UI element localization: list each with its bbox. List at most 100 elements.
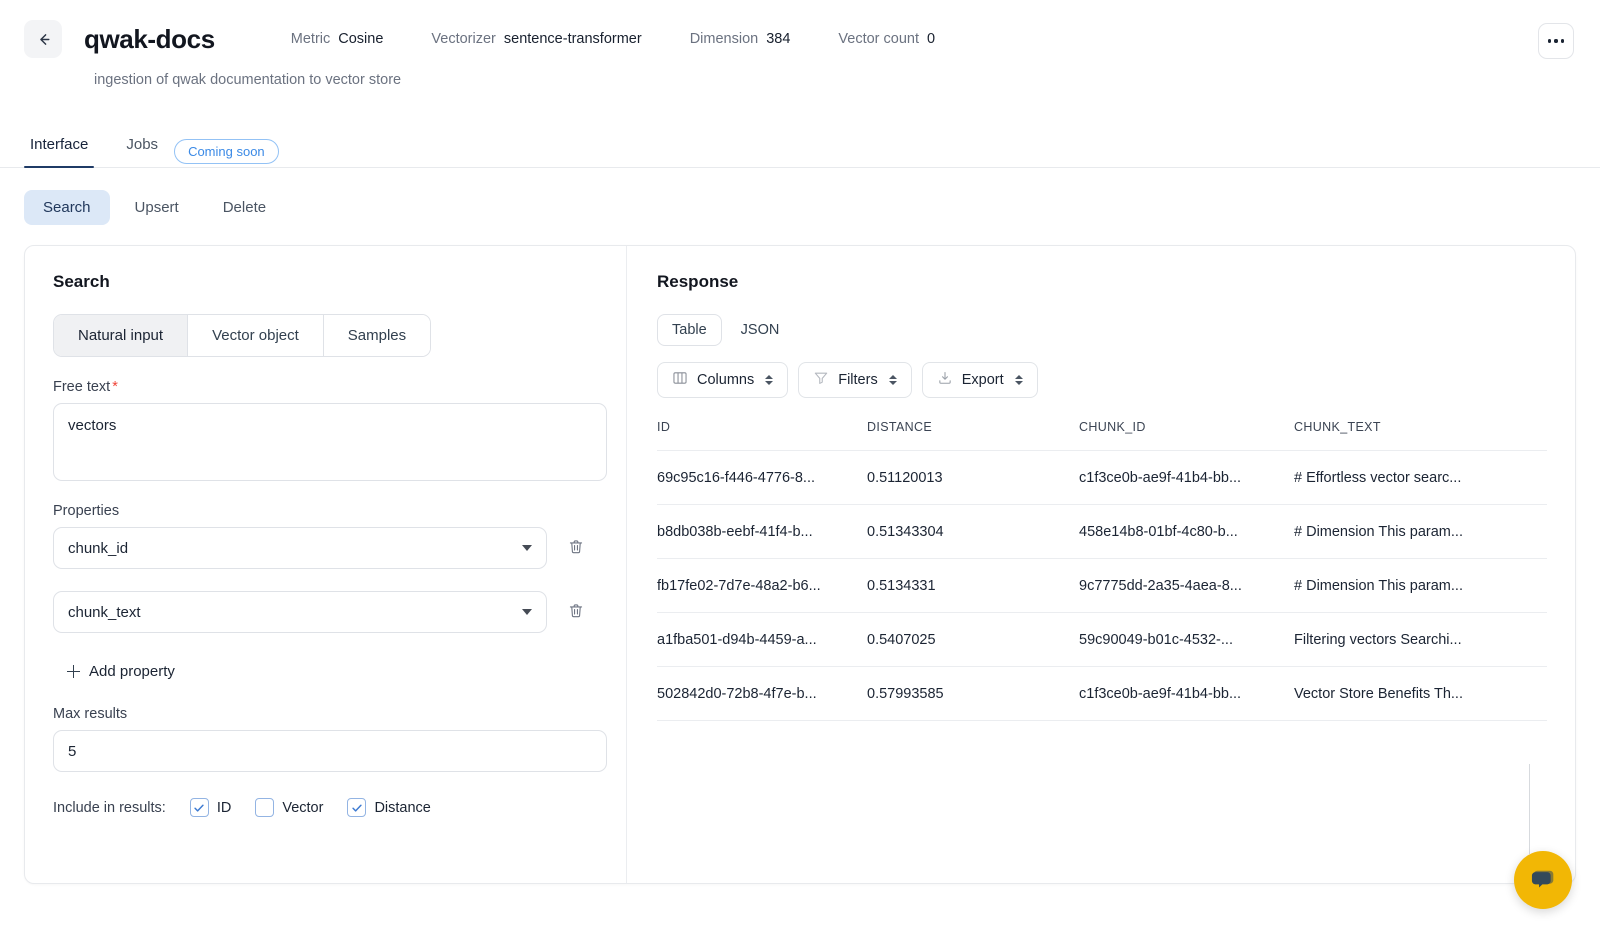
meta-vectorizer: Vectorizer sentence-transformer [431, 31, 641, 47]
column-header-chunk-id[interactable]: CHUNK_ID [1079, 420, 1294, 451]
chevron-down-icon [522, 545, 532, 551]
table-row[interactable]: 502842d0-72b8-4f7e-b... 0.57993585 c1f3c… [657, 666, 1547, 721]
columns-button[interactable]: Columns [657, 362, 789, 398]
content-card: Search Natural input Vector object Sampl… [24, 245, 1576, 884]
chevron-down-icon [522, 609, 532, 615]
table-toolbar: Columns Filters Export [657, 362, 1547, 398]
cell-chunk-text: # Dimension This param... [1294, 558, 1547, 613]
response-panel: Response Table JSON Columns Filters Expo… [627, 246, 1575, 883]
tab-jobs-group: Jobs Coming soon [120, 136, 279, 167]
column-header-id[interactable]: ID [657, 420, 867, 451]
meta-metric-value: Cosine [338, 31, 384, 47]
property-row: chunk_id [53, 527, 598, 569]
property-row: chunk_text [53, 591, 598, 633]
back-button[interactable] [24, 20, 62, 58]
cell-chunk-id: 9c7775dd-2a35-4aea-8... [1079, 558, 1294, 613]
checkbox-label: Vector [282, 799, 324, 816]
table-row[interactable]: 69c95c16-f446-4776-8... 0.51120013 c1f3c… [657, 450, 1547, 505]
property-select-value: chunk_text [68, 603, 141, 621]
search-panel-title: Search [53, 272, 110, 291]
cell-distance: 0.57993585 [867, 666, 1079, 721]
checkbox-label: ID [216, 799, 232, 816]
meta-metric: Metric Cosine [291, 31, 384, 47]
table-row[interactable]: b8db038b-eebf-41f4-b... 0.51343304 458e1… [657, 504, 1547, 559]
checkbox-vector[interactable]: Vector [255, 798, 323, 817]
chat-widget-stem [1528, 764, 1530, 854]
response-view-toggle: Table JSON [657, 314, 1547, 346]
checkbox-distance[interactable]: Distance [347, 798, 431, 817]
segment-natural-input[interactable]: Natural input [54, 315, 189, 356]
meta-dimension-key: Dimension [689, 31, 759, 47]
delete-property-button[interactable] [563, 534, 589, 563]
cell-distance: 0.51120013 [867, 450, 1079, 505]
meta-vectorizer-value: sentence-transformer [503, 31, 642, 47]
property-select-chunk-text[interactable]: chunk_text [53, 591, 547, 633]
download-icon [937, 370, 953, 390]
cell-chunk-text: Filtering vectors Searchi... [1294, 612, 1547, 667]
cell-chunk-text: # Effortless vector searc... [1294, 450, 1547, 505]
segment-vector-object[interactable]: Vector object [188, 315, 324, 356]
cell-chunk-id: 59c90049-b01c-4532-... [1079, 612, 1294, 667]
response-panel-title: Response [657, 272, 739, 291]
checkbox-id[interactable]: ID [189, 798, 232, 817]
meta-dimension: Dimension 384 [690, 31, 791, 47]
view-json-button[interactable]: JSON [725, 314, 795, 346]
view-table-button[interactable]: Table [657, 314, 722, 346]
property-select-chunk-id[interactable]: chunk_id [53, 527, 547, 569]
properties-label: Properties [53, 503, 120, 519]
max-results-input[interactable] [53, 730, 607, 772]
filters-button[interactable]: Filters [798, 362, 912, 398]
cell-chunk-text: # Dimension This param... [1294, 504, 1547, 559]
checkbox-label: Distance [374, 799, 431, 816]
tab-interface[interactable]: Interface [24, 136, 95, 168]
check-icon [194, 804, 205, 812]
free-text-label: Free text * [53, 379, 598, 395]
segment-samples[interactable]: Samples [323, 315, 431, 356]
cell-chunk-id: 458e14b8-01bf-4c80-b... [1079, 504, 1294, 559]
cell-chunk-id: c1f3ce0b-ae9f-41b4-bb... [1079, 450, 1294, 505]
chat-widget-button[interactable] [1514, 851, 1572, 909]
tab-jobs[interactable]: Jobs [120, 136, 164, 167]
column-header-distance[interactable]: DISTANCE [867, 420, 1079, 451]
arrow-left-icon [35, 31, 52, 48]
export-button[interactable]: Export [921, 362, 1038, 398]
checkbox-box [255, 798, 275, 817]
table-row[interactable]: fb17fe02-7d7e-48a2-b6... 0.5134331 9c777… [657, 558, 1547, 613]
operation-pills: Search Upsert Delete [0, 190, 1600, 225]
pill-delete[interactable]: Delete [204, 190, 285, 225]
pill-search[interactable]: Search [24, 190, 110, 225]
meta-vectorizer-key: Vectorizer [431, 31, 496, 47]
free-text-input[interactable] [53, 403, 607, 481]
results-table-body: 69c95c16-f446-4776-8... 0.51120013 c1f3c… [657, 450, 1547, 721]
filter-icon [813, 370, 829, 390]
sort-chevrons-icon [888, 375, 897, 385]
delete-property-button[interactable] [563, 598, 589, 627]
meta-vector-count-value: 0 [927, 31, 936, 47]
chat-bubble-icon [1528, 864, 1558, 897]
search-panel: Search Natural input Vector object Sampl… [25, 246, 627, 883]
include-in-results-row: Include in results: ID Vector Distance [53, 798, 598, 817]
add-property-label: Add property [89, 663, 175, 680]
pill-upsert[interactable]: Upsert [116, 190, 198, 225]
trash-icon [567, 602, 585, 623]
cell-chunk-text: Vector Store Benefits Th... [1294, 666, 1547, 721]
checkbox-box [347, 798, 367, 817]
add-property-button[interactable]: Add property [53, 653, 177, 684]
more-options-icon [1547, 39, 1565, 43]
free-text-label-text: Free text [53, 379, 111, 395]
table-row[interactable]: a1fba501-d94b-4459-a... 0.5407025 59c900… [657, 612, 1547, 667]
header-top-row: qwak-docs Metric Cosine Vectorizer sente… [24, 16, 1576, 62]
cell-id: fb17fe02-7d7e-48a2-b6... [657, 558, 867, 613]
page-title: qwak-docs [84, 23, 215, 54]
page-header: qwak-docs Metric Cosine Vectorizer sente… [0, 0, 1600, 88]
app-page: qwak-docs Metric Cosine Vectorizer sente… [0, 0, 1600, 927]
more-options-button[interactable] [1538, 23, 1574, 59]
cell-distance: 0.51343304 [867, 504, 1079, 559]
column-header-chunk-text[interactable]: CHUNK_TEXT [1294, 420, 1547, 451]
trash-icon [567, 538, 585, 559]
page-subtitle: ingestion of qwak documentation to vecto… [94, 72, 402, 88]
check-icon [352, 804, 362, 812]
checkbox-box [189, 798, 209, 817]
sort-chevrons-icon [765, 375, 774, 385]
columns-label: Columns [697, 372, 755, 388]
